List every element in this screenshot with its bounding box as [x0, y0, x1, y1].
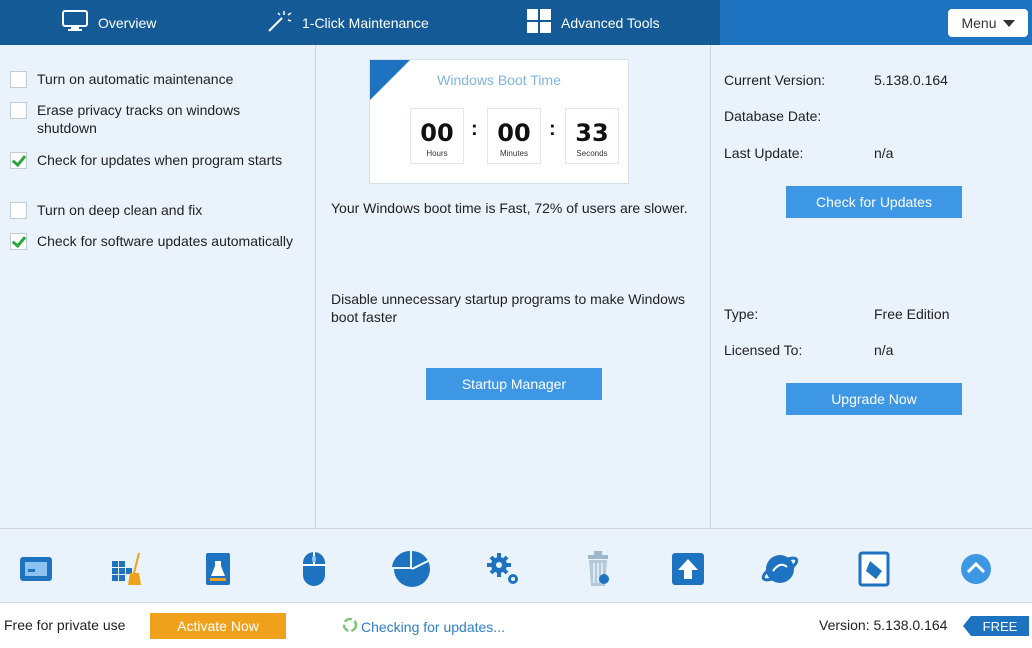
tab-1-click-maintenance[interactable]: 1-Click Maintenance — [234, 0, 477, 45]
last-update-label: Last Update: — [724, 145, 804, 161]
upload-arrow-icon[interactable] — [666, 547, 710, 591]
options-panel: Turn on automatic maintenance Erase priv… — [0, 45, 316, 528]
option-label: Check for software updates automatically — [37, 233, 294, 249]
current-version-row: Current Version: 5.138.0.164 — [724, 72, 1024, 88]
seconds-box: 33 Seconds — [565, 108, 619, 164]
globe-icon[interactable] — [758, 547, 802, 591]
type-value: Free Edition — [874, 306, 950, 322]
tools-toolbar — [0, 528, 1032, 602]
seconds-value: 33 — [575, 119, 609, 147]
hours-label: Hours — [426, 149, 448, 158]
gears-icon[interactable] — [482, 547, 526, 591]
status-bar: Free for private use Activate Now Checki… — [0, 602, 1032, 648]
caret-down-icon — [1002, 19, 1015, 27]
chevron-up-icon[interactable] — [954, 547, 998, 591]
colon: : — [549, 118, 556, 140]
recycle-bin-icon[interactable] — [576, 547, 620, 591]
pie-chart-icon[interactable] — [390, 547, 434, 591]
option-label: Turn on automatic maintenance — [37, 71, 234, 87]
tab-overview-label: Overview — [98, 14, 157, 31]
checkbox-checked[interactable] — [10, 233, 27, 250]
minutes-label: Minutes — [499, 149, 528, 158]
type-label: Type: — [724, 306, 759, 322]
boot-summary: Your Windows boot time is Fast, 72% of u… — [331, 200, 688, 216]
screen-icon[interactable] — [14, 547, 58, 591]
boot-tip: Disable unnecessary startup programs to … — [331, 291, 686, 325]
last-update-value: n/a — [874, 145, 894, 161]
grid-broom-icon[interactable] — [104, 547, 148, 591]
licensed-row: Licensed To: n/a — [724, 342, 1024, 358]
option-label: Turn on deep clean and fix — [37, 202, 203, 218]
checking-updates-link[interactable]: Checking for updates... — [342, 617, 505, 636]
magic-wand-icon — [266, 9, 292, 36]
minutes-box: 00 Minutes — [487, 108, 541, 164]
option-check-updates-start[interactable]: Check for updates when program starts — [10, 151, 300, 169]
licensed-label: Licensed To: — [724, 342, 803, 358]
option-label: Check for updates when program starts — [37, 152, 283, 168]
free-use-text: Free for private use — [4, 617, 126, 633]
tab-maintenance-label: 1-Click Maintenance — [302, 14, 429, 31]
hours-value: 00 — [420, 119, 454, 147]
option-label: Erase privacy tracks on windows shutdown — [37, 102, 241, 136]
menu-button[interactable]: Menu — [948, 9, 1028, 37]
checkbox[interactable] — [10, 202, 27, 219]
checkbox-checked[interactable] — [10, 152, 27, 169]
refresh-icon — [342, 617, 358, 636]
top-tab-bar: Overview 1-Click Maintenance Advanced To… — [0, 0, 1032, 45]
version-text: Version: 5.138.0.164 — [819, 617, 948, 633]
licensed-value: n/a — [874, 342, 894, 358]
database-date-row: Database Date: — [724, 108, 1024, 124]
version-panel: Current Version: 5.138.0.164 Database Da… — [712, 45, 1032, 528]
checkbox[interactable] — [10, 102, 27, 119]
cleaner-bottle-icon[interactable] — [196, 547, 240, 591]
option-software-updates[interactable]: Check for software updates automatically — [10, 232, 300, 250]
current-version-value: 5.138.0.164 — [874, 72, 948, 88]
upgrade-now-button[interactable]: Upgrade Now — [786, 383, 962, 415]
startup-manager-button[interactable]: Startup Manager — [426, 368, 602, 400]
current-version-label: Current Version: — [724, 72, 826, 88]
colon: : — [471, 118, 478, 140]
activate-now-button[interactable]: Activate Now — [150, 613, 286, 639]
type-row: Type: Free Edition — [724, 306, 1024, 322]
monitor-icon — [62, 10, 88, 35]
tiles-icon — [527, 9, 551, 36]
document-edit-icon[interactable] — [852, 547, 896, 591]
mouse-icon[interactable] — [292, 547, 336, 591]
checkbox[interactable] — [10, 71, 27, 88]
option-erase-privacy[interactable]: Erase privacy tracks on windows shutdown — [10, 101, 300, 137]
tab-tools-label: Advanced Tools — [561, 14, 660, 31]
free-badge: FREE — [963, 616, 1029, 636]
check-for-updates-button[interactable]: Check for Updates — [786, 186, 962, 218]
checking-text: Checking for updates... — [361, 618, 505, 635]
tab-overview[interactable]: Overview — [0, 0, 234, 45]
menu-label: Menu — [961, 15, 997, 31]
boot-time-card: Windows Boot Time 00 Hours : 00 Minutes … — [369, 59, 629, 184]
boot-time-panel: Windows Boot Time 00 Hours : 00 Minutes … — [317, 45, 711, 528]
database-date-label: Database Date: — [724, 108, 822, 124]
last-update-row: Last Update: n/a — [724, 145, 1024, 161]
boot-time-title: Windows Boot Time — [437, 72, 561, 88]
tab-advanced-tools[interactable]: Advanced Tools — [477, 0, 720, 45]
option-deep-clean[interactable]: Turn on deep clean and fix — [10, 201, 300, 219]
seconds-label: Seconds — [576, 149, 608, 158]
hours-box: 00 Hours — [410, 108, 464, 164]
option-automatic-maintenance[interactable]: Turn on automatic maintenance — [10, 70, 300, 88]
minutes-value: 00 — [497, 119, 531, 147]
